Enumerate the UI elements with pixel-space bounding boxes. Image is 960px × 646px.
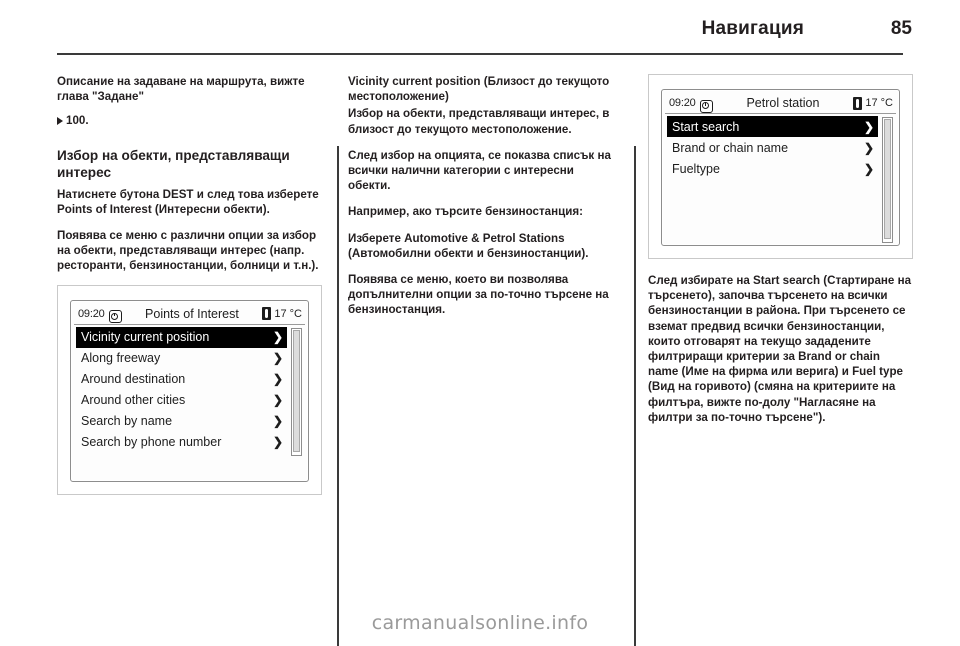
page-reference: 100. [57, 113, 322, 128]
content-columns: Описание на задаване на маршрута, вижте … [0, 74, 960, 646]
screen-status-bar-poi: 09:20 Points of Interest 17 °C [74, 304, 305, 325]
poi-menu-item-around-other-cities[interactable]: Around other cities ❯ [76, 390, 287, 411]
paragraph-vicinity: Избор на обекти, представляващи интерес,… [348, 107, 610, 136]
clock-icon [108, 310, 122, 324]
screenshot-poi-frame: 09:20 Points of Interest 17 °C Vicinity … [57, 284, 322, 495]
poi-menu-item-search-by-phone-number[interactable]: Search by phone number ❯ [76, 432, 287, 453]
clock-icon [699, 99, 713, 113]
petrol-menu-list: Start search ❯ Brand or chain name ❯ Fue… [667, 116, 894, 244]
subheading-vicinity: Vicinity current position (Близост до те… [348, 75, 610, 104]
chevron-right-icon: ❯ [272, 414, 283, 429]
column-divider-1 [337, 146, 339, 646]
temperature-display-petrol: 17 °C [853, 96, 893, 110]
paragraph-start-search: След избирате на Start search (Стартиран… [648, 274, 912, 424]
poi-list-scrollbar-thumb[interactable] [293, 329, 300, 452]
screen-title-poi: Points of Interest [145, 306, 239, 321]
poi-menu-item-label: Around destination [81, 372, 186, 387]
paragraph-choose-automotive: Изберете Automotive & Petrol Stations (А… [348, 231, 589, 260]
screen-body-poi: Vicinity current position ❯ Along freewa… [74, 325, 305, 456]
poi-menu-item-along-freeway[interactable]: Along freeway ❯ [76, 348, 287, 369]
chevron-right-icon: ❯ [863, 119, 874, 134]
section-heading-select-poi: Избор на обекти, представляващи интерес [57, 147, 290, 180]
temperature-value-petrol: 17 °C [865, 97, 893, 109]
clock-time-petrol: 09:20 [669, 97, 696, 109]
clock-time-poi: 09:20 [78, 307, 105, 320]
poi-menu-list: Vicinity current position ❯ Along freewa… [76, 326, 303, 456]
poi-list-scrollbar[interactable] [291, 327, 302, 456]
petrol-menu-item-label: Fueltype [672, 161, 720, 176]
column-divider-2 [634, 146, 636, 646]
poi-menu-item-label: Around other cities [81, 393, 186, 408]
chevron-right-icon: ❯ [272, 393, 283, 408]
column-1: Описание на задаване на маршрута, вижте … [57, 74, 322, 594]
chevron-right-icon: ❯ [272, 351, 283, 366]
infotainment-screen-poi: 09:20 Points of Interest 17 °C Vicinity … [70, 299, 309, 482]
poi-menu-item-vicinity-current-position[interactable]: Vicinity current position ❯ [76, 326, 287, 348]
page-header: Навигация 85 [48, 18, 912, 50]
poi-menu-item-label: Vicinity current position [81, 330, 210, 345]
screen-body-petrol: Start search ❯ Brand or chain name ❯ Fue… [665, 114, 896, 246]
petrol-menu-item-brand-or-chain-name[interactable]: Brand or chain name ❯ [667, 137, 878, 158]
column-3: 09:20 Petrol station 17 °C Start search … [648, 74, 913, 594]
petrol-list-scrollbar[interactable] [882, 117, 893, 243]
chevron-right-icon: ❯ [863, 161, 874, 176]
poi-menu-item-label: Search by name [81, 414, 173, 429]
petrol-list-scrollbar-thumb[interactable] [884, 119, 891, 239]
screen-status-bar-petrol: 09:20 Petrol station 17 °C [665, 93, 896, 114]
chevron-right-icon: ❯ [272, 435, 283, 450]
poi-menu-item-search-by-name[interactable]: Search by name ❯ [76, 411, 287, 432]
poi-menu-item-label: Along freeway [81, 351, 161, 366]
petrol-menu-item-start-search[interactable]: Start search ❯ [667, 116, 878, 137]
poi-menu-item-around-destination[interactable]: Around destination ❯ [76, 369, 287, 390]
page-number: 85 [890, 18, 912, 39]
intro-paragraph: Описание на задаване на маршрута, вижте … [57, 75, 305, 104]
infotainment-screen-petrol: 09:20 Petrol station 17 °C Start search … [661, 89, 900, 246]
poi-menu-item-label: Search by phone number [81, 435, 222, 450]
petrol-menu-item-label: Start search [672, 119, 740, 134]
chevron-right-icon: ❯ [272, 372, 283, 387]
reference-arrow-icon [57, 117, 63, 126]
paragraph-press-dest: Натиснете бутона DEST и след това избере… [57, 187, 319, 216]
temperature-display-poi: 17 °C [262, 307, 302, 321]
thermometer-icon [853, 96, 863, 110]
page-reference-number: 100. [66, 114, 89, 128]
paragraph-submenu: Появява се меню, което ви позволява допъ… [348, 273, 609, 317]
paragraph-menu-options: Появява се меню с различни опции за избо… [57, 229, 319, 273]
thermometer-icon [262, 307, 272, 321]
chevron-right-icon: ❯ [863, 140, 874, 155]
temperature-value-poi: 17 °C [274, 307, 302, 320]
column-2: Vicinity current position (Близост до те… [348, 74, 613, 594]
footer-watermark: carmanualsonline.info [371, 612, 589, 634]
paragraph-after-select: След избор на опцията, се показва списък… [348, 148, 611, 193]
screen-title-petrol: Petrol station [746, 96, 820, 110]
chevron-right-icon: ❯ [272, 330, 283, 345]
screenshot-petrol-frame: 09:20 Petrol station 17 °C Start search … [648, 74, 913, 259]
paragraph-example: Например, ако търсите бензиностанция: [348, 205, 584, 219]
header-divider [57, 53, 903, 55]
page-title: Навигация [701, 18, 804, 39]
petrol-menu-item-fueltype[interactable]: Fueltype ❯ [667, 158, 878, 179]
petrol-menu-item-label: Brand or chain name [672, 140, 789, 155]
